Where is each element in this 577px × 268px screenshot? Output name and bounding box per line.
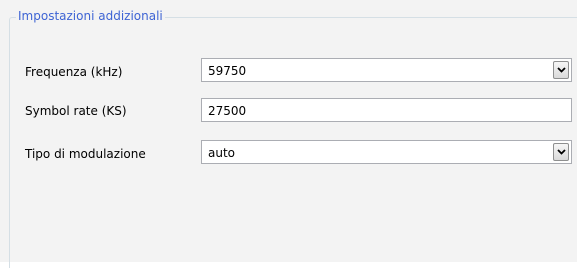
- modulation-combobox[interactable]: auto: [201, 140, 572, 164]
- symbol-rate-input[interactable]: 27500: [201, 98, 572, 122]
- frequency-value: 59750: [208, 64, 247, 78]
- chevron-down-icon: [557, 149, 566, 155]
- symbol-rate-label: Symbol rate (KS): [25, 104, 127, 118]
- settings-panel: Impostazioni addizionali Frequenza (kHz)…: [0, 0, 577, 268]
- modulation-dropdown-button[interactable]: [553, 143, 569, 161]
- frequency-label: Frequenza (kHz): [25, 65, 123, 79]
- modulation-label: Tipo di modulazione: [25, 147, 146, 161]
- symbol-rate-value: 27500: [208, 104, 247, 118]
- group-title: Impostazioni addizionali: [16, 9, 165, 23]
- frequency-combobox[interactable]: 59750: [201, 58, 572, 82]
- chevron-down-icon: [557, 67, 566, 73]
- modulation-value: auto: [208, 146, 236, 160]
- frequency-dropdown-button[interactable]: [553, 61, 569, 79]
